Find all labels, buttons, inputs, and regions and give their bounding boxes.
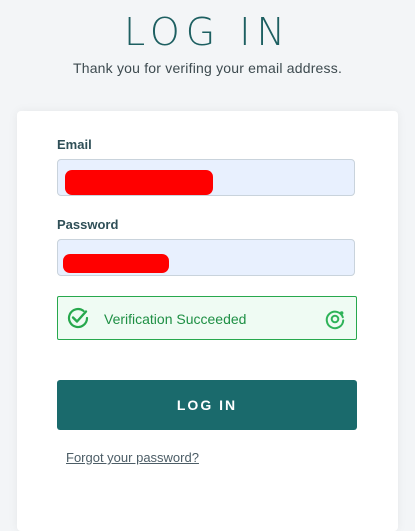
captcha-logo-icon: [325, 310, 345, 330]
password-field[interactable]: [57, 239, 355, 276]
verification-widget[interactable]: Verification Succeeded: [57, 296, 357, 340]
email-field[interactable]: [57, 159, 355, 196]
page-header: LOG IN Thank you for verifing your email…: [0, 10, 415, 76]
email-label: Email: [57, 137, 92, 152]
email-redaction: [65, 170, 213, 195]
page-title: LOG IN: [124, 10, 291, 54]
password-redaction: [63, 254, 169, 273]
forgot-password-link[interactable]: Forgot your password?: [66, 450, 199, 465]
verification-status: Verification Succeeded: [104, 311, 247, 327]
login-card: Email Password Verification Succeeded LO…: [17, 111, 398, 531]
login-button[interactable]: LOG IN: [57, 380, 357, 430]
password-label: Password: [57, 217, 119, 232]
check-circle-icon: [67, 307, 89, 329]
page-subtitle: Thank you for verifing your email addres…: [72, 60, 343, 76]
